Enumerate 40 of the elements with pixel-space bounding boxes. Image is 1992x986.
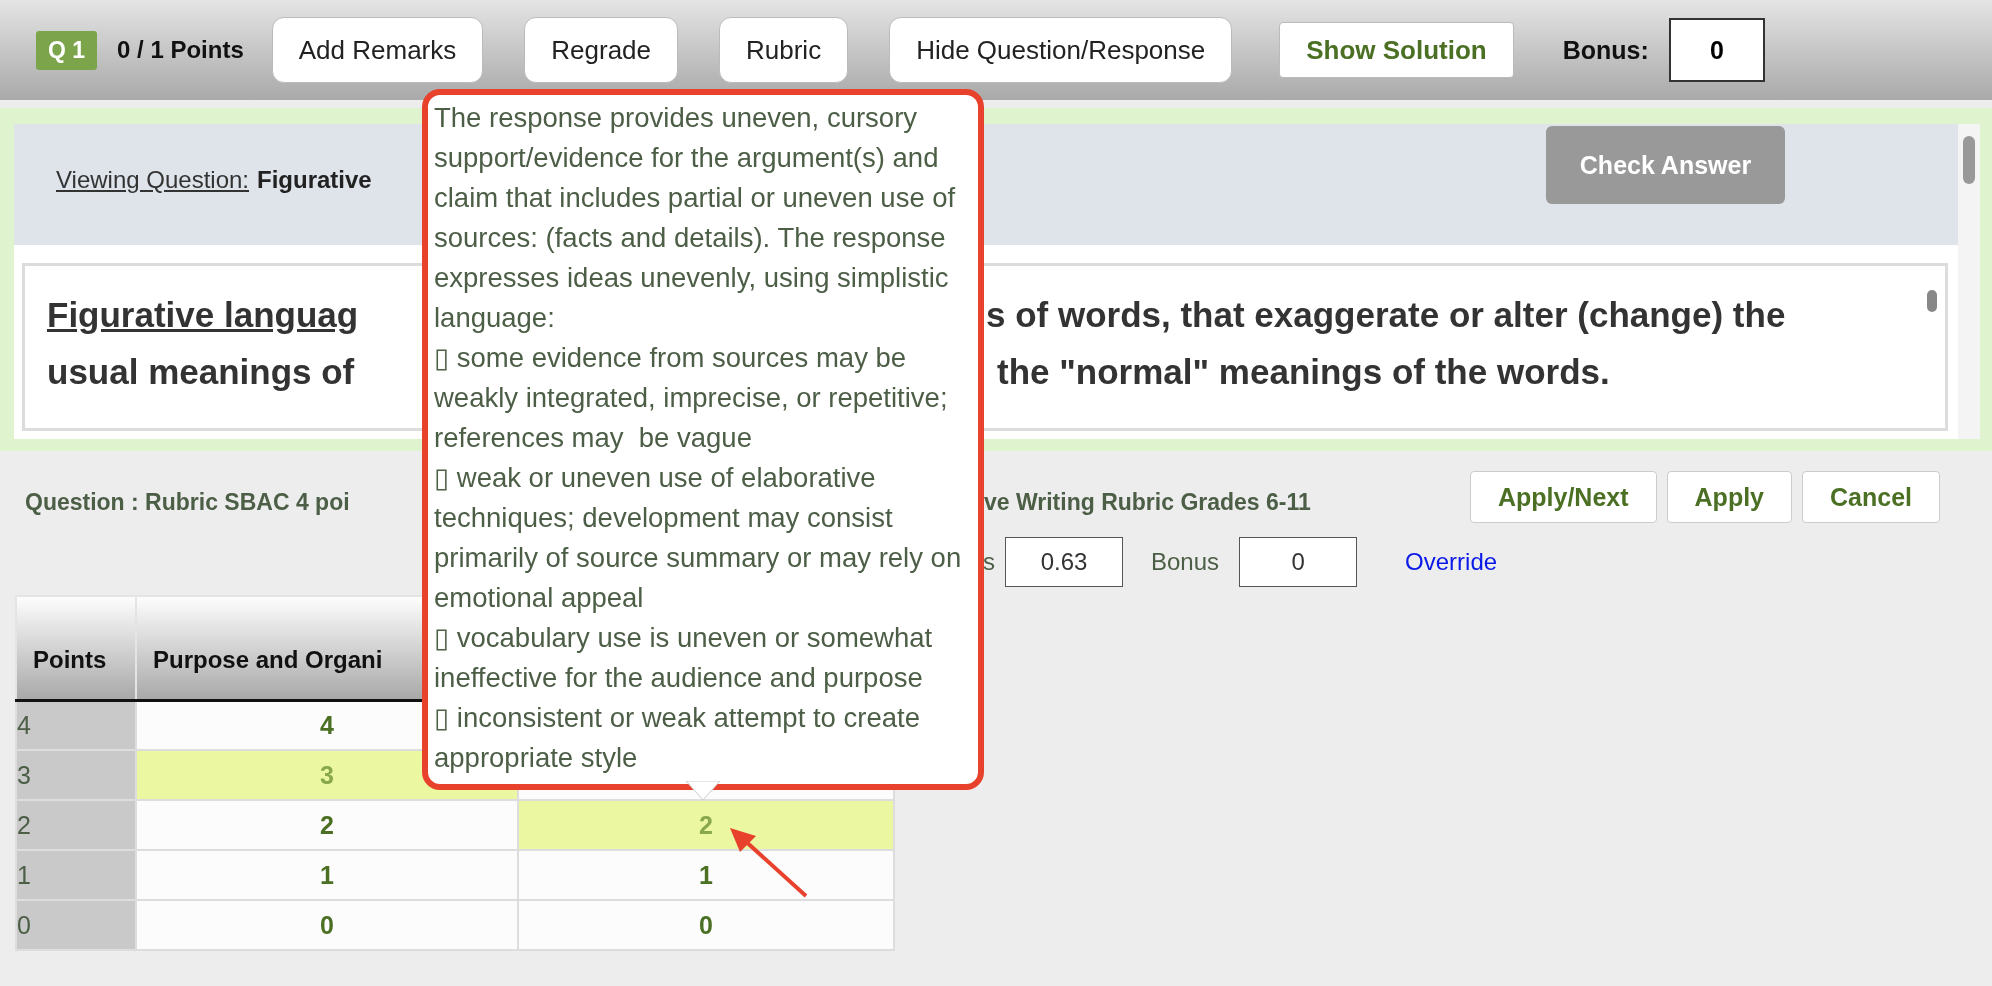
- rubric-score-cell[interactable]: 1: [136, 850, 518, 900]
- question-text: Figurative languag: [47, 294, 359, 335]
- points-cell: 4: [16, 700, 136, 750]
- override-link[interactable]: Override: [1405, 548, 1498, 576]
- points-label: 0 / 1 Points: [117, 36, 244, 64]
- question-text: usual meanings of: [47, 351, 355, 392]
- rubric-score-cell[interactable]: 0: [518, 900, 894, 950]
- tooltip-text: ▯ some evidence from sources may be weakly integrated, imprecise, or repetitive; references may be vague: [434, 341, 949, 455]
- toolbar-button[interactable]: Rubric: [719, 17, 849, 83]
- question-rubric-label: ve Writing Rubric Grades 6-11: [984, 488, 1311, 516]
- score-label: s: [983, 548, 995, 576]
- points-cell: 3: [16, 750, 136, 800]
- bonus-input[interactable]: 0: [1668, 18, 1765, 82]
- points-cell: 2: [16, 800, 136, 850]
- grading-button[interactable]: Apply: [1666, 471, 1792, 523]
- points-cell: 0: [16, 900, 136, 950]
- tooltip-text: The response provides uneven, cursory support/evidence for the argument(s) and claim that includes partial or uneven use of sources: (facts and details). The response expresses ideas unevenly, using simplistic language:: [434, 101, 957, 335]
- scrollbar-thumb[interactable]: [1963, 136, 1975, 184]
- grading-button[interactable]: Cancel: [1802, 471, 1940, 523]
- question-number-badge: Q 1: [36, 30, 98, 70]
- question-text: the "normal" meanings of the words.: [997, 351, 1611, 392]
- column-header: Points: [16, 596, 136, 700]
- question-rubric-label: Question : Rubric SBAC 4 poi: [25, 488, 350, 516]
- toolbar-button[interactable]: Regrade: [524, 17, 678, 83]
- grading-button[interactable]: Apply/Next: [1469, 471, 1657, 523]
- question-text: s of words, that exaggerate or alter (change) the: [986, 294, 1787, 335]
- viewing-question-label: Viewing Question:: [56, 166, 249, 194]
- rubric-score-cell[interactable]: 2: [136, 800, 518, 850]
- bonus-label: Bonus: [1151, 548, 1220, 576]
- show-solution-button[interactable]: Show Solution: [1279, 22, 1514, 78]
- bonus-input[interactable]: 0: [1239, 537, 1358, 587]
- scrollbar-thumb[interactable]: [1927, 290, 1937, 312]
- rubric-score-cell[interactable]: 0: [136, 900, 518, 950]
- rubric-score-cell[interactable]: 1: [518, 850, 894, 900]
- points-cell: 1: [16, 850, 136, 900]
- toolbar-button[interactable]: Add Remarks: [271, 17, 484, 83]
- bonus-label: Bonus:: [1562, 35, 1649, 65]
- toolbar-button[interactable]: Hide Question/Response: [889, 17, 1233, 83]
- question-title: Figurative: [257, 166, 372, 194]
- score-input[interactable]: 0.63: [1005, 537, 1123, 587]
